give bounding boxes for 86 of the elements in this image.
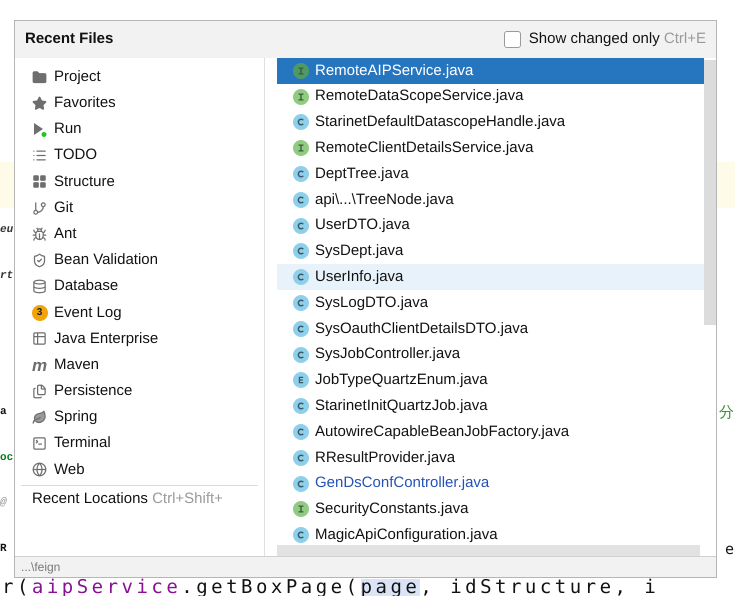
maven-icon: m <box>32 356 48 374</box>
code-text: r( <box>2 578 32 596</box>
interface-icon <box>293 140 309 156</box>
code-text: a <box>0 405 7 420</box>
leaf-icon <box>32 410 47 426</box>
file-item[interactable]: DeptTree.java <box>277 161 704 187</box>
status-path: ...\feign <box>21 559 60 576</box>
class-icon <box>293 218 309 234</box>
class-icon <box>293 295 309 312</box>
code-text: e <box>724 538 735 560</box>
show-changed-checkbox[interactable]: Show changed only Ctrl+E <box>504 28 706 51</box>
class-icon <box>293 398 309 414</box>
file-item[interactable]: JobTypeQuartzEnum.java <box>277 368 704 394</box>
tool-window-item[interactable]: TODO <box>15 142 264 169</box>
class-icon <box>293 476 309 492</box>
tool-window-item[interactable]: Web <box>15 456 264 483</box>
tool-window-item[interactable]: Database <box>15 274 264 300</box>
file-item[interactable]: RemoteClientDetailsService.java <box>277 135 704 162</box>
bug-icon <box>32 226 47 242</box>
tool-window-item[interactable]: Run <box>15 116 264 143</box>
tool-window-item[interactable]: Project <box>15 64 264 90</box>
code-text: eu <box>0 223 14 238</box>
code-text: 分 <box>719 402 735 423</box>
code-text: rt <box>0 268 14 284</box>
class-icon <box>293 192 309 208</box>
branch-icon <box>32 200 47 216</box>
file-item[interactable]: AutowireCapableBeanJobFactory.java <box>277 419 704 445</box>
database-icon <box>32 279 47 294</box>
class-icon <box>293 114 309 130</box>
class-icon <box>293 346 309 363</box>
tool-window-item[interactable]: Persistence <box>15 378 264 404</box>
class-icon <box>293 527 309 544</box>
file-item[interactable]: UserInfo.java <box>277 264 704 290</box>
tool-window-item[interactable]: Java Enterprise <box>15 326 264 352</box>
list-icon <box>32 148 47 164</box>
tool-window-item[interactable]: Spring <box>15 404 264 431</box>
files-icon <box>32 384 47 399</box>
interface-icon <box>293 62 309 79</box>
file-item[interactable]: StarinetDefaultDatascopeHandle.java <box>277 110 704 136</box>
tool-window-item[interactable]: 3 Event Log <box>15 300 264 326</box>
code-text: , idStructure, i <box>420 578 660 596</box>
class-icon <box>293 166 309 182</box>
file-item[interactable]: api\...\TreeNode.java <box>277 186 704 213</box>
run-icon <box>32 122 47 137</box>
tool-window-item[interactable]: Favorites <box>15 90 264 116</box>
tool-window-item[interactable]: Git <box>15 194 264 222</box>
class-icon <box>293 320 309 337</box>
table-icon <box>32 331 47 346</box>
popup-title: Recent Files <box>25 29 114 50</box>
file-item[interactable]: SysDept.java <box>277 238 704 264</box>
code-text: oc <box>0 450 14 466</box>
class-icon <box>293 424 309 440</box>
file-item[interactable]: UserDTO.java <box>277 212 704 239</box>
horizontal-scrollbar[interactable] <box>277 545 700 556</box>
interface-icon <box>293 501 309 518</box>
class-icon <box>293 450 309 466</box>
tool-window-item[interactable]: Structure <box>15 168 264 195</box>
terminal-icon <box>32 436 47 452</box>
file-item[interactable]: SysJobController.java <box>277 342 704 368</box>
structure-icon <box>32 174 47 190</box>
interface-icon <box>293 88 309 105</box>
file-item[interactable]: StarinetInitQuartzJob.java <box>277 393 704 420</box>
globe-icon <box>32 462 47 478</box>
file-item[interactable]: RResultProvider.java <box>277 444 704 471</box>
tool-window-item[interactable]: m Maven <box>15 352 264 378</box>
file-item[interactable]: SysLogDTO.java <box>277 290 704 316</box>
class-icon <box>293 243 309 260</box>
tool-window-item[interactable]: Bean Validation <box>15 247 264 274</box>
shield-check-icon <box>32 252 47 268</box>
folder-icon <box>32 70 47 85</box>
file-item[interactable]: RemoteDataScopeService.java <box>277 84 704 110</box>
code-text: @ <box>0 496 7 511</box>
tool-window-item[interactable]: Terminal <box>15 430 264 457</box>
code-text: R <box>0 542 7 556</box>
file-item[interactable]: SysOauthClientDetailsDTO.java <box>277 316 704 342</box>
class-icon <box>293 269 309 286</box>
file-item[interactable]: SecurityConstants.java <box>277 496 704 522</box>
vertical-scrollbar[interactable] <box>704 60 716 325</box>
file-item[interactable]: RemoteAIPService.java <box>277 58 704 84</box>
tool-window-item[interactable]: Ant <box>15 221 264 248</box>
recent-locations-item[interactable]: Recent Locations Ctrl+Shift+ <box>15 486 264 512</box>
count-badge: 3 <box>32 304 48 321</box>
star-icon <box>32 96 47 111</box>
enum-icon <box>293 372 309 388</box>
file-item[interactable]: MagicApiConfiguration.java <box>277 522 704 545</box>
file-item[interactable]: GenDsConfController.java <box>277 470 704 497</box>
